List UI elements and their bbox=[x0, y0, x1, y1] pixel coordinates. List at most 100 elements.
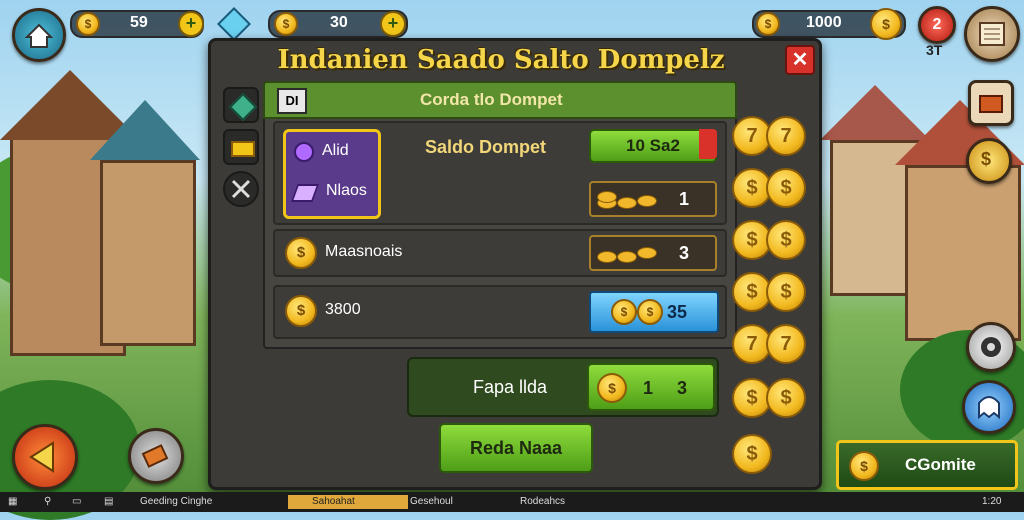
taskbar-item-3[interactable]: Gesehoul bbox=[410, 495, 500, 509]
coin-stack-icon bbox=[637, 247, 657, 259]
badge-red bbox=[699, 129, 717, 159]
confirm-button-label: Reda Naaa bbox=[469, 438, 563, 458]
house-right-2 bbox=[905, 165, 1021, 341]
mission-field: 3 bbox=[589, 235, 717, 271]
tab-wallet[interactable]: DI Corda tlo Dompet bbox=[263, 81, 737, 119]
coin-icon: $ bbox=[285, 295, 317, 327]
side-coin-label: 7 bbox=[780, 125, 792, 147]
coin-shop-button[interactable]: $ bbox=[966, 138, 1012, 184]
coin-icon: $ bbox=[870, 8, 902, 40]
side-coin[interactable]: $ bbox=[766, 168, 806, 208]
close-button[interactable]: ✕ bbox=[785, 45, 815, 75]
helper-button[interactable] bbox=[962, 380, 1016, 434]
tools-icon bbox=[231, 179, 251, 199]
magic-orb-icon bbox=[294, 142, 314, 162]
scroll-icon bbox=[979, 22, 1005, 46]
settings-button[interactable] bbox=[966, 322, 1016, 372]
coin-icon: $ bbox=[597, 373, 627, 403]
coin-counter-middle: $ 30 + bbox=[268, 10, 408, 38]
footer-value-a: 1 bbox=[643, 378, 654, 398]
side-coin[interactable]: $ bbox=[766, 272, 806, 312]
back-button[interactable] bbox=[12, 424, 78, 490]
coin-counter-left: $ 59 + bbox=[70, 10, 204, 38]
footer-label: Fapa llda bbox=[473, 377, 548, 397]
coin-stack-icon bbox=[617, 251, 637, 263]
taskview-icon[interactable]: ▭ bbox=[72, 495, 81, 509]
taskbar-item-2[interactable]: Sahoahat bbox=[288, 495, 408, 509]
wallet-dialog: Indanien Saado Salto Dompelz ✕ DI Corda … bbox=[208, 38, 822, 490]
dialog-title: Indanien Saado Salto Dompelz bbox=[277, 45, 725, 75]
add-coins-button-middle[interactable]: + bbox=[380, 11, 406, 37]
close-icon: ✕ bbox=[791, 49, 809, 71]
balance-label: Saldo Dompet bbox=[425, 137, 547, 157]
coin-stack-icon bbox=[617, 197, 637, 209]
sidebar-item-tools[interactable] bbox=[223, 171, 259, 207]
side-coin[interactable]: $ bbox=[732, 434, 772, 474]
coin-icon: $ bbox=[274, 12, 298, 36]
side-coin[interactable]: 7 bbox=[766, 116, 806, 156]
home-icon bbox=[24, 23, 54, 48]
sidebar-item-gold[interactable] bbox=[223, 129, 259, 165]
confirm-button[interactable]: Reda Naaa bbox=[439, 423, 593, 473]
item2-label: Nlaos bbox=[326, 182, 367, 199]
map-button[interactable] bbox=[964, 6, 1020, 62]
item-card[interactable]: Alid Nlaos bbox=[283, 129, 381, 219]
notification-button[interactable]: 2 bbox=[918, 6, 956, 44]
ghost-icon bbox=[978, 396, 1000, 420]
side-coin[interactable]: $ bbox=[766, 220, 806, 260]
tray-clock: 1:20 bbox=[982, 496, 1002, 507]
coin-value-field[interactable]: $ $ 35 bbox=[589, 291, 719, 333]
chest-icon bbox=[979, 95, 1003, 113]
balance-value: 10 Sa2 bbox=[626, 136, 680, 155]
coin-count-left: 59 bbox=[130, 14, 148, 31]
side-coin[interactable]: 7 bbox=[766, 324, 806, 364]
gem-icon bbox=[228, 92, 258, 122]
complete-button[interactable]: $ CGomite bbox=[836, 440, 1018, 490]
house-left-2 bbox=[100, 160, 196, 346]
coin-stack-icon bbox=[637, 195, 657, 207]
coin-stack-icon bbox=[597, 191, 617, 203]
tool-icon bbox=[141, 444, 169, 468]
coin-value: 35 bbox=[667, 302, 688, 322]
coin-counter-right: $ 1000 $ bbox=[752, 8, 906, 40]
mission-value: 3 bbox=[679, 243, 690, 263]
coin-row-label: 3800 bbox=[325, 301, 361, 318]
side-coin-label: $ bbox=[780, 387, 792, 409]
back-arrow-icon bbox=[29, 441, 54, 473]
side-coin-label: $ bbox=[780, 281, 792, 303]
coin-stack-icon bbox=[597, 251, 617, 263]
coin-stack-field: 1 bbox=[589, 181, 717, 217]
file-icon[interactable]: ▤ bbox=[104, 495, 113, 509]
mission-row: $ Maasnoais 3 bbox=[273, 229, 727, 277]
coin-count-right: 1000 bbox=[806, 14, 842, 31]
side-coin-label: $ bbox=[746, 229, 758, 251]
coin-icon: $ bbox=[285, 237, 317, 269]
taskbar-item-4[interactable]: Rodeahcs bbox=[520, 495, 610, 509]
search-icon[interactable]: ⚲ bbox=[44, 495, 51, 509]
coin-icon: $ bbox=[637, 299, 663, 325]
mission-label: Maasnoais bbox=[325, 243, 403, 260]
gold-bar-icon bbox=[231, 141, 255, 157]
item1-label: Alid bbox=[322, 142, 349, 159]
balance-row: Alid Nlaos Saldo Dompet 10 Sa2 1 bbox=[273, 121, 727, 225]
balance-field[interactable]: 10 Sa2 bbox=[589, 129, 717, 163]
coin-icon: $ bbox=[756, 12, 780, 36]
home-button[interactable] bbox=[12, 8, 66, 62]
taskbar-item-1[interactable]: Geeding Cinghe bbox=[140, 495, 270, 509]
coin-icon: $ bbox=[611, 299, 637, 325]
chest-button[interactable] bbox=[968, 80, 1014, 126]
start-icon[interactable]: ▦ bbox=[8, 495, 17, 509]
gem-icon bbox=[217, 7, 251, 41]
footer-row: Fapa llda $ 1 3 bbox=[407, 357, 719, 417]
gear-icon bbox=[981, 337, 1001, 357]
sidebar-item-gems[interactable] bbox=[223, 87, 259, 123]
side-coin-column: 7 7 $ $ $ $ $ $ 7 7 $ $ $ bbox=[732, 116, 812, 486]
side-coin-label: $ bbox=[780, 229, 792, 251]
crystal-icon bbox=[290, 184, 320, 202]
side-coin[interactable]: $ bbox=[766, 378, 806, 418]
inventory-button[interactable] bbox=[128, 428, 184, 484]
coin-row: $ 3800 $ $ 35 bbox=[273, 285, 727, 339]
add-coins-button-left[interactable]: + bbox=[178, 11, 204, 37]
footer-value-field[interactable]: $ 1 3 bbox=[587, 363, 715, 411]
footer-value-b: 3 bbox=[677, 378, 688, 398]
